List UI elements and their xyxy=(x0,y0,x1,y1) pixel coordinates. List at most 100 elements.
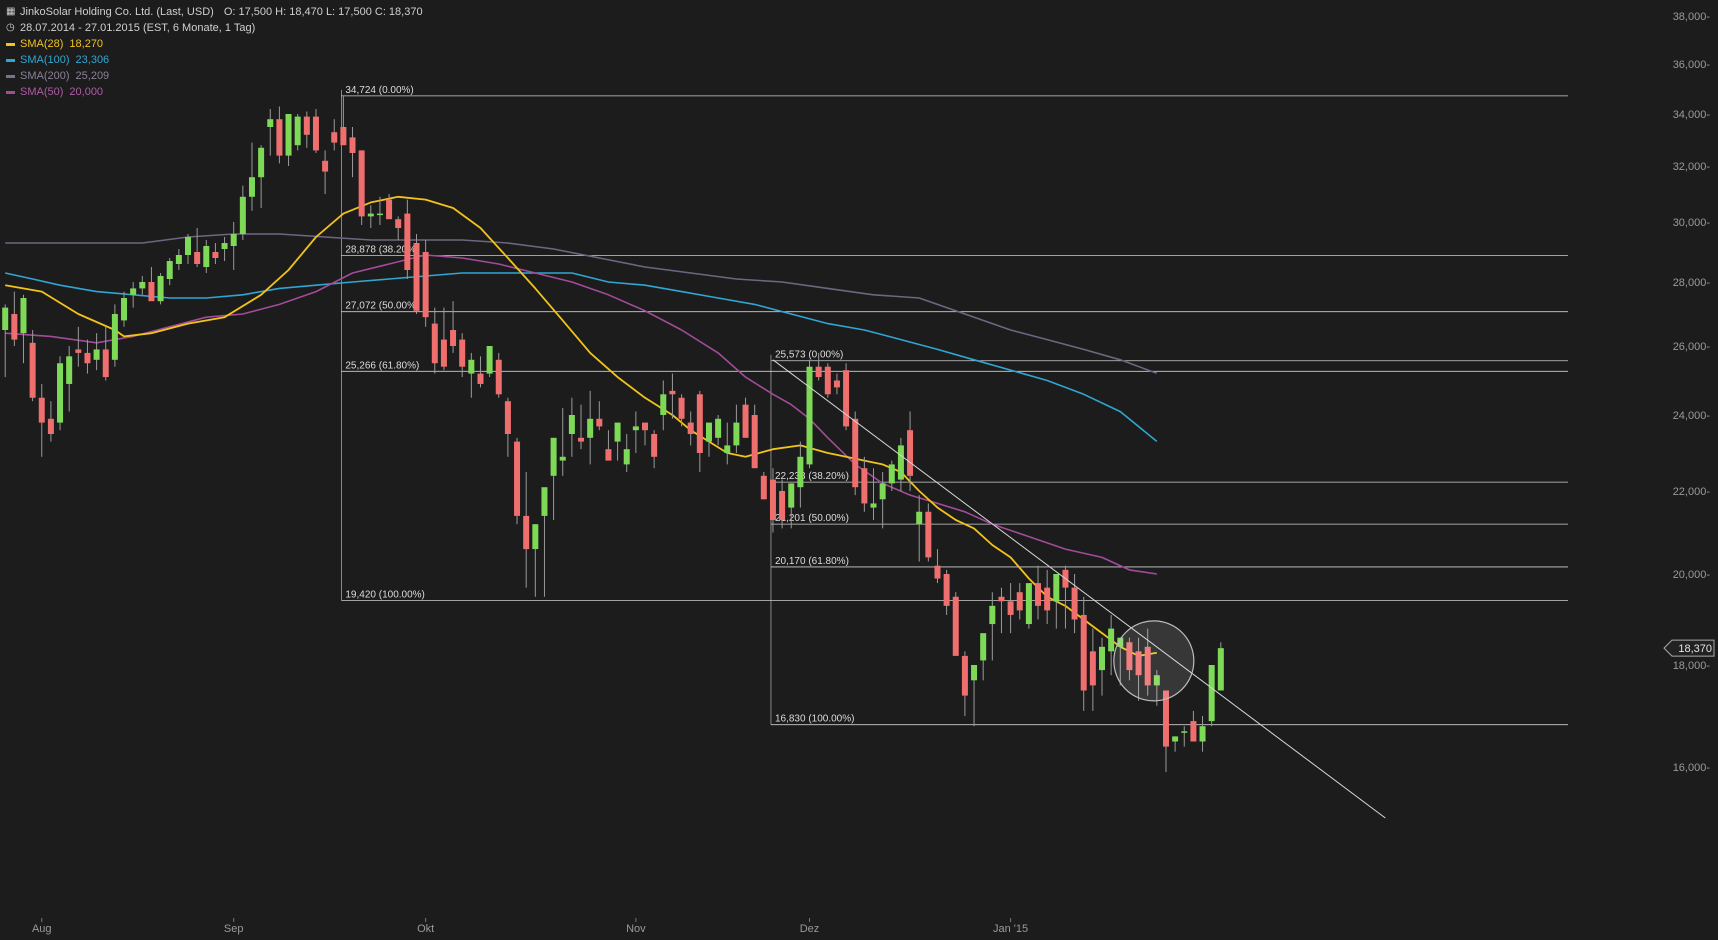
candle-73[interactable] xyxy=(669,373,676,419)
candle-9[interactable] xyxy=(84,339,91,374)
candle-91[interactable] xyxy=(833,373,840,395)
candle-18[interactable] xyxy=(166,258,173,286)
candle-114[interactable] xyxy=(1044,569,1051,625)
candle-79[interactable] xyxy=(724,422,731,465)
candle-4[interactable] xyxy=(38,383,45,457)
candle-58[interactable] xyxy=(532,524,539,597)
candle-26[interactable] xyxy=(239,185,246,240)
candle-19[interactable] xyxy=(175,249,182,270)
candle-115[interactable] xyxy=(1053,574,1060,629)
candle-66[interactable] xyxy=(605,430,612,461)
candle-93[interactable] xyxy=(852,411,859,496)
candle-52[interactable] xyxy=(477,356,484,388)
candle-112[interactable] xyxy=(1025,583,1032,629)
candle-14[interactable] xyxy=(130,282,137,308)
legend-sma100[interactable]: SMA(100) 23,306 xyxy=(6,52,423,68)
candle-69[interactable] xyxy=(632,411,639,453)
candle-113[interactable] xyxy=(1035,565,1042,620)
candle-106[interactable] xyxy=(971,665,978,727)
candle-8[interactable] xyxy=(75,326,82,367)
candle-62[interactable] xyxy=(568,397,575,457)
candle-36[interactable] xyxy=(331,119,338,151)
candle-43[interactable] xyxy=(395,216,402,240)
candle-7[interactable] xyxy=(66,346,73,412)
candle-49[interactable] xyxy=(450,301,457,353)
candle-132[interactable] xyxy=(1208,665,1215,727)
candle-15[interactable] xyxy=(139,276,146,295)
candle-44[interactable] xyxy=(404,199,411,279)
candle-70[interactable] xyxy=(642,422,648,446)
candle-21[interactable] xyxy=(194,228,201,267)
candle-13[interactable] xyxy=(121,291,128,327)
candle-3[interactable] xyxy=(29,330,36,402)
candle-105[interactable] xyxy=(961,651,968,716)
candle-108[interactable] xyxy=(989,592,996,661)
candle-72[interactable] xyxy=(660,380,667,431)
candle-65[interactable] xyxy=(596,401,603,431)
candle-119[interactable] xyxy=(1089,628,1096,711)
candle-57[interactable] xyxy=(523,472,530,588)
candle-68[interactable] xyxy=(623,434,630,472)
legend-sma50[interactable]: SMA(50) 20,000 xyxy=(6,84,423,100)
candle-60[interactable] xyxy=(550,437,557,521)
candle-25[interactable] xyxy=(230,222,237,270)
candle-102[interactable] xyxy=(934,549,941,584)
candle-133[interactable] xyxy=(1217,642,1224,691)
candle-67[interactable] xyxy=(614,422,621,461)
candle-111[interactable] xyxy=(1016,583,1023,620)
candle-75[interactable] xyxy=(687,411,694,446)
candle-40[interactable] xyxy=(367,205,374,228)
candle-98[interactable] xyxy=(897,437,904,491)
candle-10[interactable] xyxy=(93,333,100,371)
candle-48[interactable] xyxy=(440,307,447,371)
candle-94[interactable] xyxy=(861,456,868,512)
candle-63[interactable] xyxy=(578,404,585,450)
candle-47[interactable] xyxy=(431,307,438,374)
candle-118[interactable] xyxy=(1080,596,1087,711)
candle-71[interactable] xyxy=(651,430,658,469)
candle-130[interactable] xyxy=(1190,710,1197,742)
candle-17[interactable] xyxy=(157,273,164,305)
candle-54[interactable] xyxy=(495,352,502,398)
candle-2[interactable] xyxy=(20,294,27,364)
candle-5[interactable] xyxy=(47,401,54,442)
candle-35[interactable] xyxy=(322,150,329,194)
candle-38[interactable] xyxy=(349,127,356,178)
candle-46[interactable] xyxy=(422,240,429,327)
candle-92[interactable] xyxy=(843,363,850,431)
legend-sma200[interactable]: SMA(200) 25,209 xyxy=(6,68,423,84)
candle-0[interactable] xyxy=(2,304,9,378)
candle-33[interactable] xyxy=(303,111,310,148)
candle-103[interactable] xyxy=(943,569,950,615)
candle-27[interactable] xyxy=(248,142,255,211)
candle-96[interactable] xyxy=(879,472,886,529)
legend-sma28[interactable]: SMA(28) 18,270 xyxy=(6,36,423,52)
candle-104[interactable] xyxy=(952,592,959,656)
candle-78[interactable] xyxy=(715,415,722,446)
candle-88[interactable] xyxy=(806,359,813,469)
candle-80[interactable] xyxy=(733,404,740,453)
candle-61[interactable] xyxy=(559,408,566,476)
candle-32[interactable] xyxy=(294,114,301,151)
candle-30[interactable] xyxy=(276,106,283,164)
candle-55[interactable] xyxy=(504,397,511,457)
candle-56[interactable] xyxy=(514,437,521,525)
candle-77[interactable] xyxy=(705,422,712,457)
candle-39[interactable] xyxy=(358,150,365,225)
candle-23[interactable] xyxy=(212,243,219,264)
candle-22[interactable] xyxy=(203,240,210,273)
candle-34[interactable] xyxy=(312,109,319,153)
candle-81[interactable] xyxy=(742,397,749,438)
candle-45[interactable] xyxy=(413,234,420,314)
candle-76[interactable] xyxy=(696,390,703,472)
candle-128[interactable] xyxy=(1172,736,1179,752)
sma200-line[interactable] xyxy=(5,233,1158,375)
candle-116[interactable] xyxy=(1062,565,1069,629)
candle-110[interactable] xyxy=(1007,583,1014,634)
candle-64[interactable] xyxy=(587,390,594,465)
candle-82[interactable] xyxy=(751,404,758,469)
candle-16[interactable] xyxy=(148,267,155,302)
price-chart[interactable]: 34,724 (0.00%)28,878 (38.20%)27,072 (50.… xyxy=(0,0,1718,940)
candle-6[interactable] xyxy=(57,356,64,431)
candle-12[interactable] xyxy=(111,304,118,367)
